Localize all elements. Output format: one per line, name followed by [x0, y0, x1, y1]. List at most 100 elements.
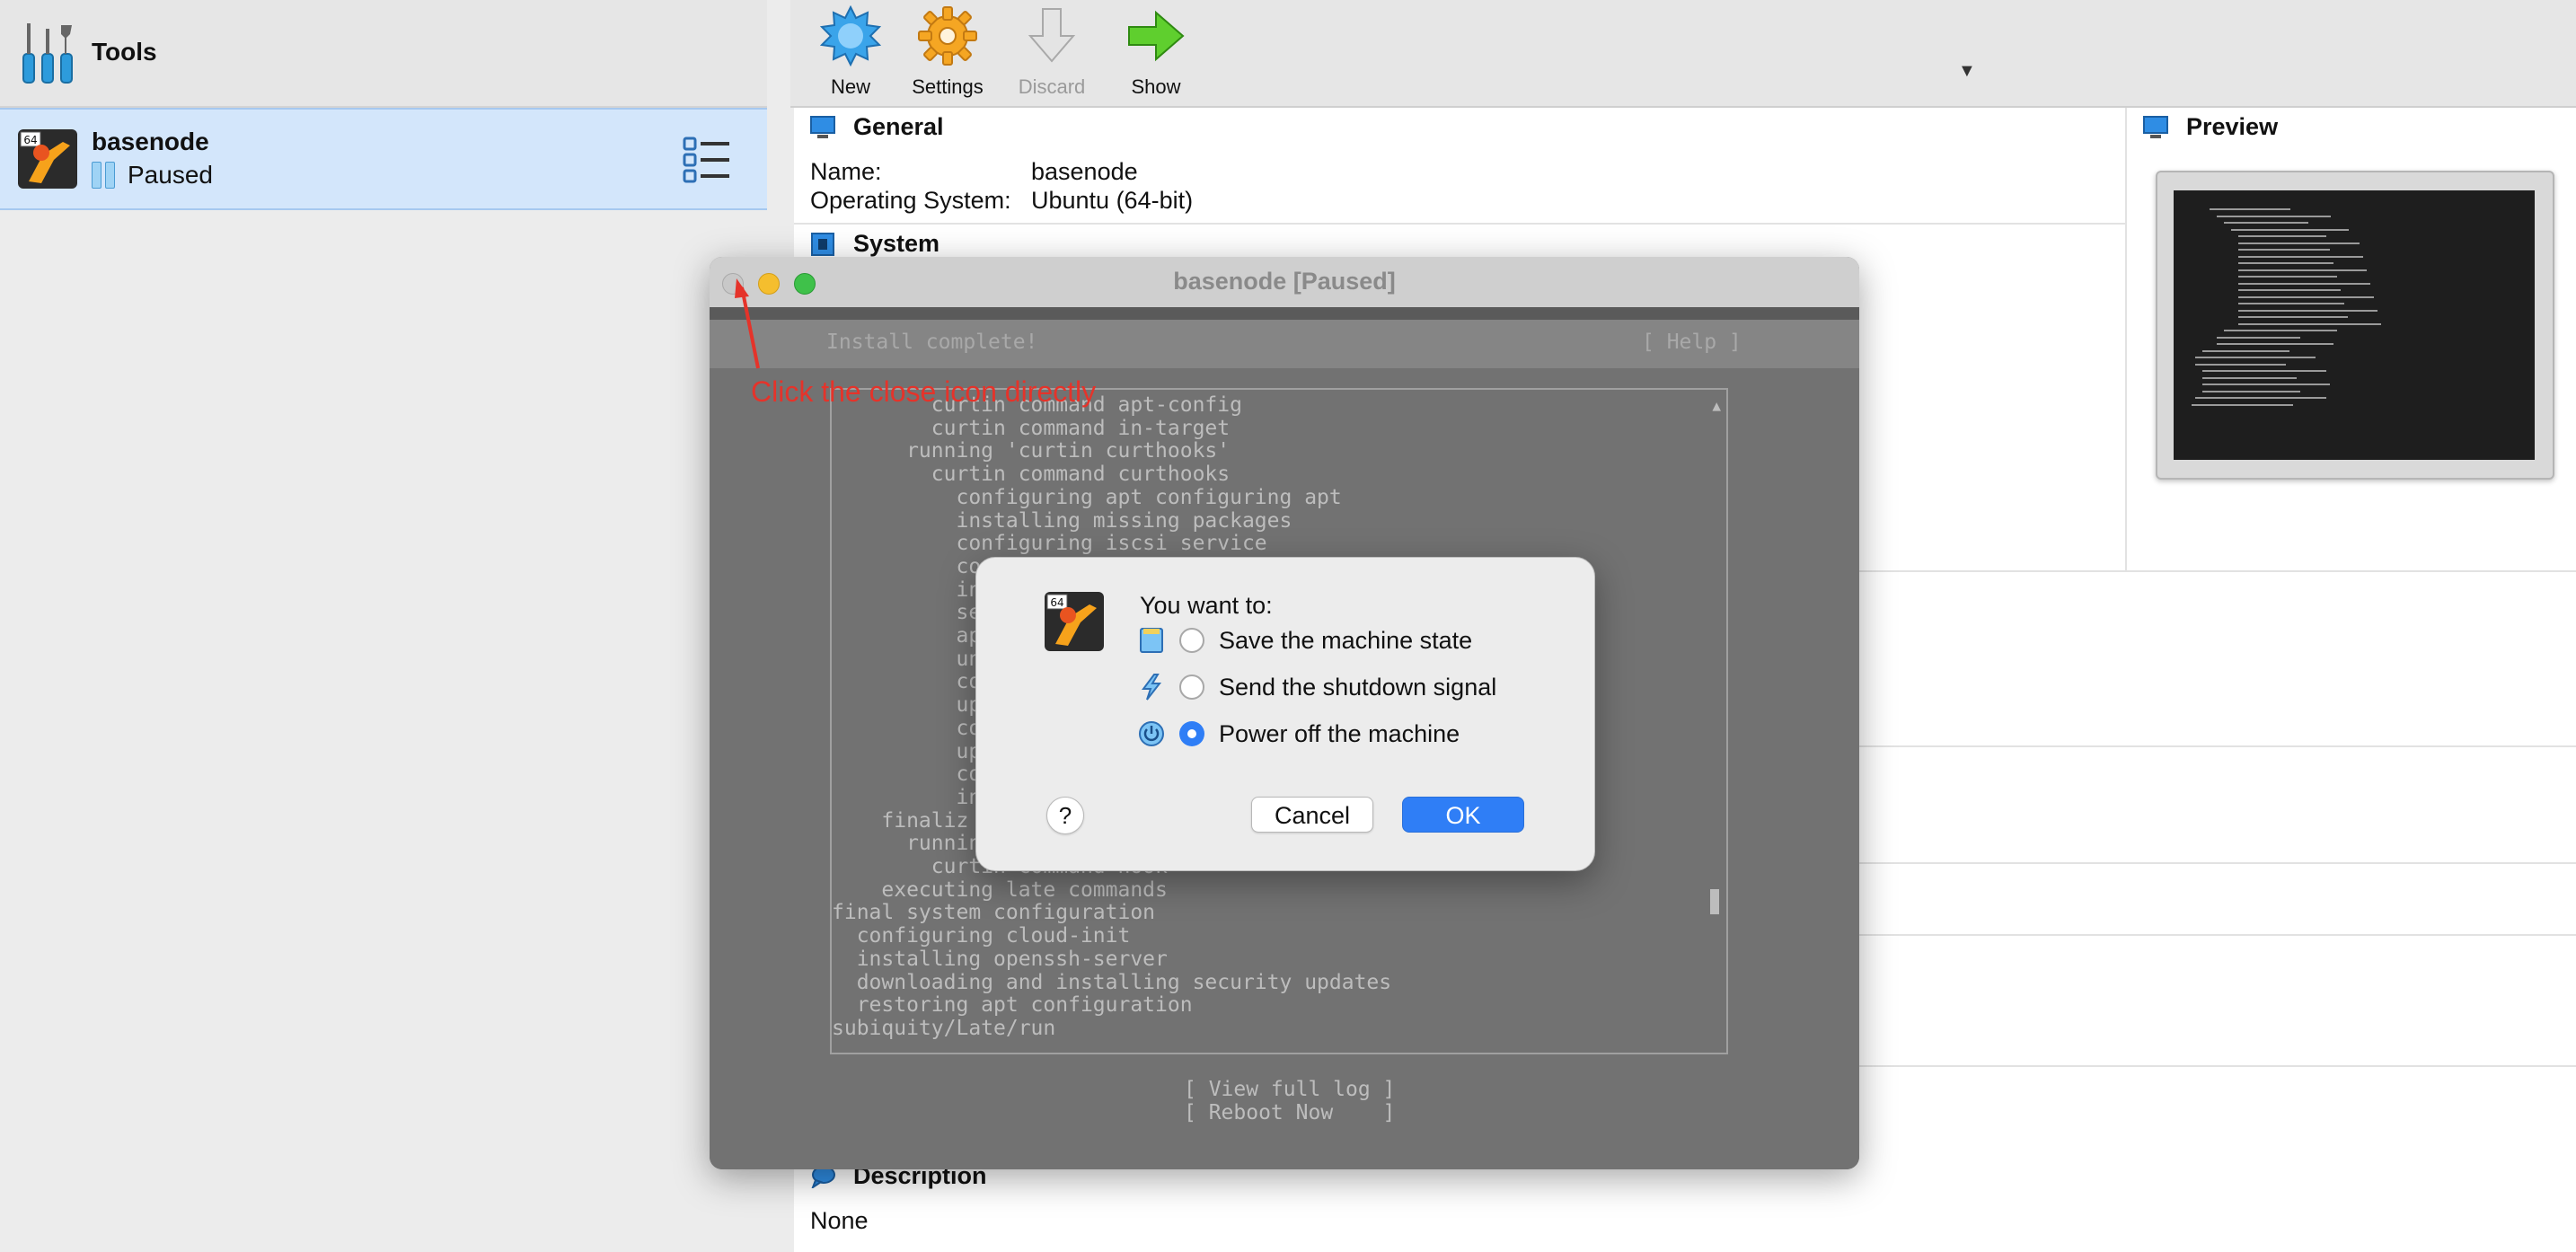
preview-text-line	[2238, 242, 2360, 244]
window-title: basenode [Paused]	[1173, 268, 1396, 295]
preview-section-header[interactable]: Preview	[2143, 113, 2278, 141]
scroll-up-arrow: ▲	[1712, 397, 1721, 414]
preview-text-line	[2217, 336, 2300, 339]
section-divider	[794, 223, 2125, 225]
log-line: running 'curtin curthooks'	[832, 439, 1231, 463]
preview-text-line	[2238, 316, 2348, 318]
preview-text-line	[2238, 249, 2330, 251]
vm-list-item-basenode[interactable]: 64 basenode Paused	[0, 108, 767, 210]
discard-arrow-icon	[1028, 8, 1076, 63]
preview-text-line	[2238, 282, 2370, 285]
tools-icon	[22, 23, 73, 84]
preview-text-line	[2202, 370, 2326, 372]
log-line: configuring apt configuring apt	[832, 485, 1342, 509]
option-save-state[interactable]: Save the machine state	[1138, 622, 1472, 658]
annotation-text: Click the close icon directly	[751, 375, 1097, 408]
name-key: Name:	[810, 158, 882, 185]
preview-text-line	[2195, 363, 2286, 366]
log-line: se	[832, 601, 982, 625]
help-button[interactable]: ?	[1046, 797, 1084, 834]
log-line: installing openssh-server	[832, 947, 1168, 971]
installer-help[interactable]: [ Help ]	[1642, 331, 1742, 354]
log-line: co	[832, 763, 982, 787]
show-button[interactable]: Show	[1107, 5, 1205, 102]
log-line: un	[832, 647, 982, 671]
annotation-arrow	[735, 278, 760, 369]
svg-text:64: 64	[23, 134, 37, 146]
preview-text-line	[2238, 276, 2337, 278]
preview-text-line	[2238, 295, 2374, 298]
log-line: installing missing packages	[832, 508, 1292, 533]
close-vm-dialog: 64 You want to: Save the machine state S…	[975, 557, 1595, 871]
preview-text-line	[2224, 330, 2337, 331]
log-line: co	[832, 716, 982, 740]
machine-menu-icon[interactable]	[683, 137, 731, 183]
preview-text-line	[2231, 228, 2349, 231]
show-arrow-icon	[1128, 10, 1185, 62]
log-line: up	[832, 739, 982, 763]
preview-screen	[2174, 190, 2535, 460]
preview-text-line	[2238, 289, 2341, 291]
preview-text-line	[2202, 349, 2289, 352]
log-line: restoring apt configuration	[832, 993, 1193, 1018]
preview-text-line	[2210, 208, 2290, 210]
vm-state-label: Paused	[128, 161, 213, 189]
tools-item[interactable]: Tools	[0, 0, 767, 108]
paused-icon	[92, 162, 115, 189]
os-value: Ubuntu (64-bit)	[1031, 187, 1194, 214]
svg-text:64: 64	[1050, 596, 1063, 609]
general-section-header[interactable]: General	[810, 113, 944, 141]
settings-button[interactable]: Settings	[898, 5, 997, 102]
preview-text-line	[2238, 235, 2326, 237]
radio-save-state[interactable]	[1179, 628, 1204, 653]
log-line: subiquity/Late/run	[832, 1016, 1056, 1040]
log-scrollbar[interactable]	[1710, 889, 1719, 914]
name-value: basenode	[1031, 158, 1138, 185]
log-line: curtin command curthooks	[832, 463, 1231, 487]
vm-name: basenode	[92, 128, 209, 155]
vm-preview-thumbnail[interactable]	[2156, 171, 2554, 480]
preview-text-line	[2217, 215, 2331, 217]
log-line: configuring cloud-init	[832, 924, 1131, 948]
preview-text-line	[2224, 222, 2308, 224]
radio-power-off[interactable]	[1179, 721, 1204, 746]
preview-text-line	[2238, 309, 2378, 312]
save-state-icon	[1140, 628, 1163, 653]
discard-button[interactable]: Discard	[1002, 5, 1101, 102]
main-toolbar: New Settings Discard Show ▼	[790, 0, 2576, 108]
log-line: curtin command in-target	[832, 416, 1231, 440]
new-button[interactable]: New	[801, 5, 900, 102]
general-monitor-icon	[810, 115, 835, 138]
terminal-top-strip	[710, 307, 1859, 320]
log-line: co	[832, 554, 982, 578]
option-shutdown-signal[interactable]: Send the shutdown signal	[1138, 669, 1496, 705]
show-dropdown-caret[interactable]: ▼	[1958, 61, 1976, 82]
reboot-now-button[interactable]: [ Reboot Now ]	[1184, 1101, 1395, 1124]
radio-shutdown-signal[interactable]	[1179, 674, 1204, 700]
os-key: Operating System:	[810, 187, 1011, 214]
window-titlebar[interactable]: basenode [Paused]	[710, 257, 1859, 308]
preview-text-line	[2238, 303, 2344, 304]
tools-label: Tools	[92, 38, 157, 66]
vm-state: Paused	[92, 160, 213, 190]
preview-text-line	[2195, 397, 2326, 399]
ubuntu-vm-icon: 64	[18, 129, 77, 189]
preview-text-line	[2238, 255, 2363, 258]
preview-text-line	[2238, 262, 2333, 264]
log-line: runnin	[832, 832, 982, 856]
installer-header: Install complete! [ Help ]	[710, 320, 1859, 368]
preview-monitor-icon	[2143, 115, 2168, 138]
description-value: None	[810, 1207, 869, 1234]
cancel-button[interactable]: Cancel	[1251, 797, 1373, 833]
log-line: up	[832, 693, 982, 718]
log-line: ap	[832, 624, 982, 648]
log-line: in	[832, 785, 982, 809]
log-line: in	[832, 578, 982, 602]
power-off-icon	[1139, 721, 1164, 746]
option-power-off[interactable]: Power off the machine	[1138, 716, 1460, 752]
preview-text-line	[2202, 376, 2297, 379]
ok-button[interactable]: OK	[1402, 797, 1524, 833]
preview-text-line	[2238, 322, 2381, 325]
system-section-header[interactable]: System	[810, 230, 940, 258]
view-full-log-button[interactable]: [ View full log ]	[1184, 1078, 1395, 1101]
